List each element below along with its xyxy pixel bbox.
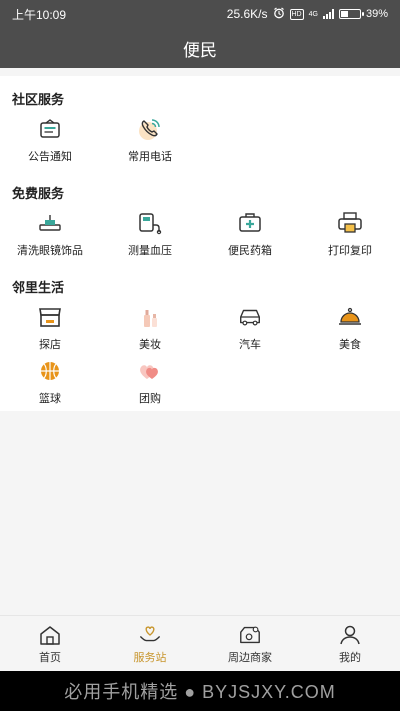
watermark-text: 必用手机精选 ● BYJSJXY.COM xyxy=(64,682,336,702)
tab-nearby-stores[interactable]: 周边商家 xyxy=(200,616,300,671)
hd-badge: HD xyxy=(289,8,304,20)
page-title: 便民 xyxy=(183,40,217,60)
cosmetics-icon xyxy=(137,304,163,330)
tab-service-station[interactable]: 服务站 xyxy=(100,616,200,671)
battery-icon xyxy=(338,9,364,19)
group-buy-icon xyxy=(137,358,163,384)
tab-label: 服务站 xyxy=(133,651,167,664)
service-label: 公告通知 xyxy=(28,151,72,163)
service-label: 团购 xyxy=(139,393,161,405)
status-bar: 上午10:09 25.6K/s HD 4G 39% xyxy=(0,0,400,28)
service-item-cosmetics[interactable]: 美妆 xyxy=(110,304,190,352)
service-item-basketball[interactable]: 篮球 xyxy=(10,358,90,406)
network-type: 4G xyxy=(308,10,318,18)
home-icon xyxy=(38,623,62,647)
car-icon xyxy=(237,304,263,330)
service-label: 汽车 xyxy=(239,339,261,351)
service-label: 测量血压 xyxy=(128,245,172,257)
user-icon xyxy=(338,623,362,647)
status-indicators: 25.6K/s HD 4G 39% xyxy=(227,7,388,22)
shop-icon xyxy=(37,304,63,330)
section-title-neighborhood: 邻里生活 xyxy=(12,280,65,295)
service-item-explore-shop[interactable]: 探店 xyxy=(10,304,90,352)
service-item-group-buy[interactable]: 团购 xyxy=(110,358,190,406)
section-title-community: 社区服务 xyxy=(12,92,65,107)
service-label: 探店 xyxy=(39,339,61,351)
service-item-medicine-box[interactable]: 便民药箱 xyxy=(210,210,290,258)
tab-home[interactable]: 首页 xyxy=(0,616,100,671)
service-label: 清洗眼镜饰品 xyxy=(17,245,83,257)
bottom-tab-bar: 首页 服务站 周边商家 我的 xyxy=(0,615,400,671)
header-bar: 便民 xyxy=(0,28,400,68)
service-item-notice[interactable]: 公告通知 xyxy=(10,116,90,164)
service-item-phone[interactable]: 常用电话 xyxy=(110,116,190,164)
service-label: 便民药箱 xyxy=(228,245,272,257)
services-card: 社区服务 公告通知 常用电话 免费服务 清洗眼镜饰品 测量血压 便民药箱 打印复… xyxy=(0,76,400,411)
service-label: 常用电话 xyxy=(128,151,172,163)
service-label: 美妆 xyxy=(139,339,161,351)
service-heart-icon xyxy=(138,623,162,647)
blood-pressure-icon xyxy=(137,210,163,236)
service-item-car[interactable]: 汽车 xyxy=(210,304,290,352)
system-nav-bar: 必用手机精选 ● BYJSJXY.COM xyxy=(0,671,400,711)
phone-icon xyxy=(137,116,163,142)
service-item-food[interactable]: 美食 xyxy=(310,304,390,352)
service-label: 篮球 xyxy=(39,393,61,405)
service-item-glasses-cleaning[interactable]: 清洗眼镜饰品 xyxy=(10,210,90,258)
section-title-free: 免费服务 xyxy=(12,186,65,201)
service-label: 美食 xyxy=(339,339,361,351)
service-item-print-copy[interactable]: 打印复印 xyxy=(310,210,390,258)
alarm-icon xyxy=(273,7,285,22)
nearby-store-icon xyxy=(238,623,262,647)
basketball-icon xyxy=(37,358,63,384)
battery-percent: 39% xyxy=(365,8,388,20)
tab-label: 首页 xyxy=(39,651,61,664)
network-speed: 25.6K/s xyxy=(226,7,268,21)
service-item-blood-pressure[interactable]: 测量血压 xyxy=(110,210,190,258)
tab-label: 周边商家 xyxy=(228,651,272,664)
notice-icon xyxy=(37,116,63,142)
glasses-cleaner-icon xyxy=(37,210,63,236)
medicine-box-icon xyxy=(237,210,263,236)
status-time: 上午10:09 xyxy=(12,7,67,22)
tab-label: 我的 xyxy=(339,651,361,664)
food-cloche-icon xyxy=(337,304,363,330)
printer-icon xyxy=(337,210,363,236)
signal-icon xyxy=(322,9,334,19)
service-label: 打印复印 xyxy=(328,245,372,257)
tab-my[interactable]: 我的 xyxy=(300,616,400,671)
